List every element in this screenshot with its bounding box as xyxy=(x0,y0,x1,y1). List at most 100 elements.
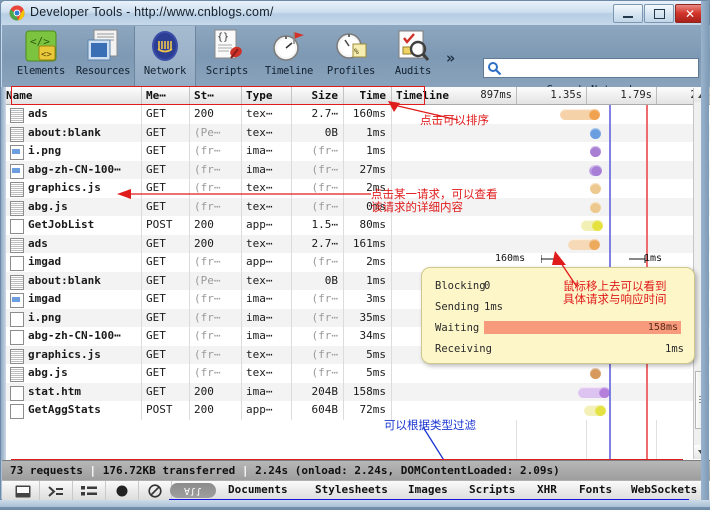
cell-status: 200 xyxy=(190,383,242,402)
title-bar[interactable]: Developer Tools - http://www.cnblogs.com… xyxy=(1,1,709,25)
panel-button-elements[interactable]: </><>Elements xyxy=(10,26,72,86)
filter-category-scripts[interactable]: Scripts xyxy=(469,483,515,496)
filter-category-fonts[interactable]: Fonts xyxy=(579,483,612,496)
request-bar[interactable] xyxy=(590,202,601,213)
table-row[interactable]: abg.jsGET(fr⋯tex⋯(fr⋯5ms xyxy=(2,364,710,383)
column-header-status[interactable]: St⋯ xyxy=(190,87,242,104)
taskbar xyxy=(0,500,710,510)
cell-type: tex⋯ xyxy=(242,179,292,198)
table-row[interactable]: adsGET200tex⋯2.7⋯160ms xyxy=(2,105,710,124)
request-bar[interactable] xyxy=(590,368,601,379)
cell-time: 5ms xyxy=(344,364,392,383)
minimize-button[interactable] xyxy=(613,4,643,23)
filter-category-websockets[interactable]: WebSockets xyxy=(631,483,697,496)
request-bar[interactable] xyxy=(590,128,601,139)
timeline-tick-0: 897ms xyxy=(447,87,517,104)
table-row[interactable]: abg.jsGET(fr⋯tex⋯(fr⋯0ms xyxy=(2,198,710,217)
panel-button-group: </><>ElementsResources Network {}ScriptsTi… xyxy=(10,26,444,86)
cell-size: (fr⋯ xyxy=(292,364,344,383)
cell-type: tex⋯ xyxy=(242,124,292,143)
cell-name: graphics.js xyxy=(2,179,142,198)
cell-method: GET xyxy=(142,253,190,272)
developer-tools-window: Developer Tools - http://www.cnblogs.com… xyxy=(0,0,710,510)
window-controls: ✕ xyxy=(613,4,705,23)
cell-status: (fr⋯ xyxy=(190,161,242,180)
cell-time: 34ms xyxy=(344,327,392,346)
cell-timeline xyxy=(392,235,710,254)
table-row[interactable]: GetAggStatsPOST200app⋯604B72ms xyxy=(2,401,710,420)
response-cap xyxy=(590,146,601,157)
table-row[interactable]: abg-zh-CN-100⋯GET(fr⋯ima⋯(fr⋯27ms xyxy=(2,161,710,180)
cell-status: (fr⋯ xyxy=(190,290,242,309)
table-row[interactable]: GetJobListPOST200app⋯1.5⋯80ms xyxy=(2,216,710,235)
response-cap xyxy=(591,165,602,176)
panel-label: Audits xyxy=(395,65,431,77)
response-cap xyxy=(589,239,600,250)
column-header-name[interactable]: Name xyxy=(2,87,142,104)
cell-type: tex⋯ xyxy=(242,272,292,291)
cell-size: (fr⋯ xyxy=(292,309,344,328)
filter-category-stylesheets[interactable]: Stylesheets xyxy=(315,483,388,496)
request-bar[interactable] xyxy=(560,109,600,120)
request-bar[interactable] xyxy=(590,146,601,157)
annotation-filter-note: 可以根据类型过滤 xyxy=(384,419,476,432)
annotation-hover-note: 鼠标移上去可以看到 具体请求与响应时间 xyxy=(563,280,667,306)
dock-icon[interactable] xyxy=(7,481,40,501)
table-row[interactable]: graphics.jsGET(fr⋯tex⋯(fr⋯2ms xyxy=(2,179,710,198)
cell-time: 1ms xyxy=(344,142,392,161)
summary-text: 73 requests | 176.72KB transferred | 2.2… xyxy=(10,464,560,477)
column-header-size[interactable]: Size xyxy=(292,87,344,104)
cell-size: (fr⋯ xyxy=(292,253,344,272)
table-row[interactable]: about:blankGET(Pe⋯tex⋯0B1ms xyxy=(2,124,710,143)
filter-category-images[interactable]: Images xyxy=(408,483,448,496)
request-bar[interactable] xyxy=(568,239,600,250)
list-icon[interactable] xyxy=(73,481,106,501)
clear-icon[interactable] xyxy=(139,481,172,501)
cell-method: GET xyxy=(142,272,190,291)
panel-label: Scripts xyxy=(206,65,248,77)
request-bar[interactable] xyxy=(581,220,603,231)
tooltip-value-blocking: 0 xyxy=(484,280,490,292)
request-bar[interactable] xyxy=(590,183,601,194)
panel-button-profiles[interactable]: %Profiles xyxy=(320,26,382,86)
close-icon: ✕ xyxy=(685,8,695,20)
overflow-chevron-icon[interactable]: » xyxy=(446,49,455,67)
panel-button-audits[interactable]: Audits xyxy=(382,26,444,86)
console-icon[interactable] xyxy=(40,481,73,501)
cell-status: (fr⋯ xyxy=(190,309,242,328)
network-icon xyxy=(147,28,183,64)
response-cap xyxy=(590,368,601,379)
response-cap xyxy=(590,183,601,194)
filter-category-xhr[interactable]: XHR xyxy=(537,483,557,496)
request-bar[interactable] xyxy=(589,165,602,176)
cell-size: 2.7⋯ xyxy=(292,105,344,124)
maximize-button[interactable] xyxy=(644,4,674,23)
cell-type: tex⋯ xyxy=(242,364,292,383)
table-row[interactable]: adsGET200tex⋯2.7⋯161ms xyxy=(2,235,710,254)
cell-name: imgad xyxy=(2,253,142,272)
search-input[interactable] xyxy=(483,58,699,78)
cell-name: abg.js xyxy=(2,198,142,217)
table-row[interactable]: i.pngGET(fr⋯ima⋯(fr⋯1ms xyxy=(2,142,710,161)
filter-all-button[interactable]: All xyxy=(170,483,216,498)
panel-button-timeline[interactable]: Timeline xyxy=(258,26,320,86)
request-bar[interactable] xyxy=(578,387,610,398)
cell-type: tex⋯ xyxy=(242,346,292,365)
cell-method: POST xyxy=(142,216,190,235)
column-header-method[interactable]: Me⋯ xyxy=(142,87,190,104)
panel-button-network[interactable]: Network xyxy=(134,26,196,86)
cell-type: tex⋯ xyxy=(242,105,292,124)
column-header-time[interactable]: Time xyxy=(344,87,392,104)
request-bar[interactable] xyxy=(584,405,606,416)
column-header-type[interactable]: Type xyxy=(242,87,292,104)
response-cap xyxy=(590,128,601,139)
timeline-tick-2: 1.79s xyxy=(587,87,657,104)
cell-status: 200 xyxy=(190,235,242,254)
record-icon[interactable] xyxy=(106,481,139,501)
panel-button-scripts[interactable]: {}Scripts xyxy=(196,26,258,86)
table-row[interactable]: stat.htmGET200ima⋯204B158ms xyxy=(2,383,710,402)
panel-button-resources[interactable]: Resources xyxy=(72,26,134,86)
filter-category-documents[interactable]: Documents xyxy=(228,483,288,496)
cell-name: i.png xyxy=(2,309,142,328)
panel-label: Network xyxy=(144,65,186,77)
